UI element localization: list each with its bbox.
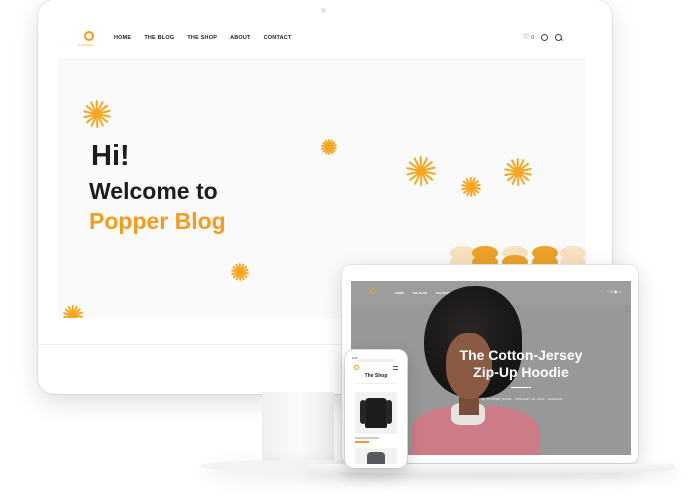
logo-mark-icon[interactable] <box>354 365 359 370</box>
site-header: POPPER HOME THE BLOG THE SHOP ABOUT CONT… <box>58 22 586 60</box>
menu-item-contact[interactable]: CONTACT <box>264 35 292 41</box>
hero-greeting: Hi! <box>91 140 130 172</box>
firework-icon <box>404 154 438 188</box>
product-meta: BY POPPER_BLOG · JANUARY 18, 2019 · FASH… <box>481 397 563 401</box>
firework-icon <box>62 304 84 318</box>
firework-icon <box>460 176 482 198</box>
product-name-placeholder <box>355 437 379 439</box>
product-title[interactable]: The Cotton-Jersey Zip-Up Hoodie <box>411 347 631 381</box>
laptop-header-icons[interactable]: ♡0 ◉ ○ <box>607 289 621 294</box>
product-card[interactable] <box>355 392 397 434</box>
wishlist-count: 0 <box>531 34 534 41</box>
search-icon[interactable] <box>555 34 562 41</box>
phone-status-time: 9:41 <box>352 356 358 360</box>
hero-brand: Popper Blog <box>89 208 226 234</box>
header-icons: ♡ 0 <box>523 34 562 41</box>
product-title-line: The Cotton-Jersey <box>459 347 583 363</box>
product-price-placeholder <box>355 441 369 443</box>
hero-welcome: Welcome to <box>89 178 218 204</box>
phone-address-bar[interactable] <box>358 359 394 362</box>
firework-icon <box>502 156 534 188</box>
firework-icon <box>82 99 112 129</box>
product-title-line: Zip-Up Hoodie <box>473 364 569 380</box>
firework-icon <box>320 138 338 156</box>
hamburger-menu-icon[interactable] <box>393 366 398 370</box>
title-divider <box>511 387 531 388</box>
logo-mark-icon[interactable] <box>370 288 376 294</box>
monitor-stand-neck <box>262 392 334 462</box>
menu-item-the-blog[interactable]: THE BLOG <box>412 291 428 295</box>
phone-screen: 9:41 The Shop <box>350 356 402 464</box>
user-icon[interactable] <box>541 34 548 41</box>
phone-page-title: The Shop <box>364 373 388 379</box>
site-logo[interactable]: POPPER <box>78 31 102 51</box>
camera-dot <box>321 8 326 13</box>
menu-item-home[interactable]: HOME <box>395 291 404 295</box>
menu-item-home[interactable]: HOME <box>114 35 131 41</box>
logo-mark-icon <box>84 31 94 41</box>
jacket-image <box>360 398 392 428</box>
main-menu: HOME THE BLOG THE SHOP ABOUT CONTACT <box>114 35 292 41</box>
firework-icon <box>230 262 250 282</box>
menu-item-the-shop[interactable]: THE SHOP <box>187 35 217 41</box>
phone-sort-bar[interactable] <box>355 383 397 387</box>
heart-icon[interactable]: ♡ <box>523 34 529 41</box>
menu-item-the-blog[interactable]: THE BLOG <box>144 35 174 41</box>
logo-text: POPPER <box>78 43 94 47</box>
jacket-image <box>367 452 385 464</box>
product-card[interactable] <box>355 448 397 464</box>
menu-item-about[interactable]: ABOUT <box>230 35 251 41</box>
